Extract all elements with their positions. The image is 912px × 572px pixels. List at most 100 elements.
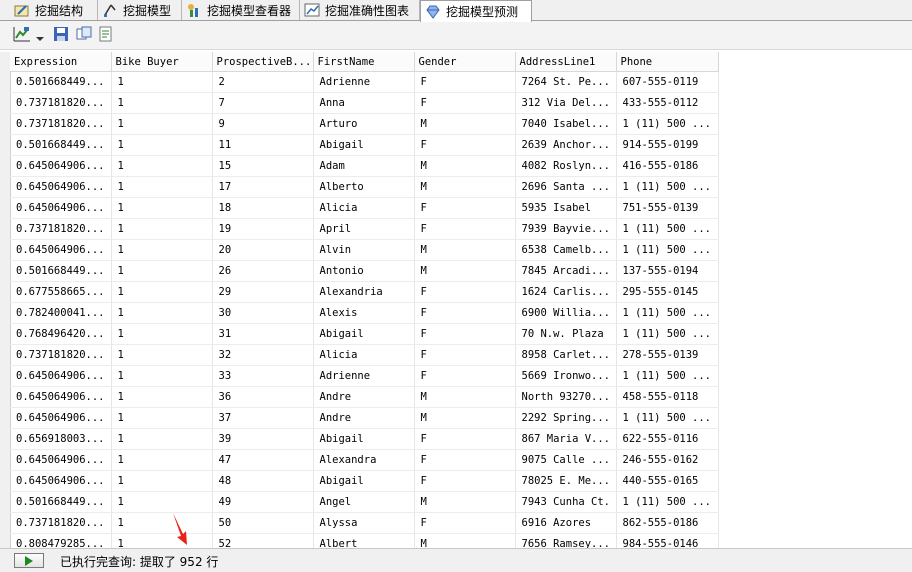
result-button[interactable] [97,26,115,45]
cell-first-name[interactable]: Adrienne [313,71,415,93]
cell-address-line1[interactable]: 7656 Ramsey... [515,533,617,548]
cell-gender[interactable]: M [414,407,516,429]
cell-bike-buyer[interactable]: 1 [111,407,213,429]
cell-gender[interactable]: F [414,365,516,387]
table-row[interactable]: 0.737181820... 1 9 Arturo M 7040 Isabel... 1 (… [10,113,719,135]
column-header-first-name[interactable]: FirstName [313,52,415,72]
copy-button[interactable] [75,26,93,45]
cell-address-line1[interactable]: 2696 Santa ... [515,176,617,198]
cell-bike-buyer[interactable]: 1 [111,71,213,93]
cell-address-line1[interactable]: 6900 Willia... [515,302,617,324]
cell-first-name[interactable]: Arturo [313,113,415,135]
table-row[interactable]: 0.645064906... 1 20 Alvin M 6538 Camelb... 1 (… [10,239,719,261]
cell-gender[interactable]: M [414,155,516,177]
cell-expression[interactable]: 0.501668449... [10,71,112,93]
table-row[interactable]: 0.501668449... 1 49 Angel M 7943 Cunha Ct. 1 (… [10,491,719,513]
cell-gender[interactable]: F [414,449,516,471]
tab-mining-structure[interactable]: 挖掘结构 [10,0,98,20]
cell-gender[interactable]: F [414,92,516,114]
cell-gender[interactable]: F [414,281,516,303]
cell-phone[interactable]: 1 (11) 500 ... [616,365,719,387]
cell-first-name[interactable]: Abigail [313,470,415,492]
cell-address-line1[interactable]: 7939 Bayvie... [515,218,617,240]
cell-bike-buyer[interactable]: 1 [111,512,213,534]
cell-bike-buyer[interactable]: 1 [111,260,213,282]
cell-address-line1[interactable]: 5935 Isabel [515,197,617,219]
cell-prospective-buyer[interactable]: 7 [212,92,314,114]
cell-prospective-buyer[interactable]: 18 [212,197,314,219]
cell-gender[interactable]: F [414,302,516,324]
cell-phone[interactable]: 278-555-0139 [616,344,719,366]
cell-gender[interactable]: M [414,533,516,548]
column-header-phone[interactable]: Phone [616,52,719,72]
tab-mining-models[interactable]: 挖掘模型 [98,0,182,20]
cell-expression[interactable]: 0.645064906... [10,470,112,492]
cell-bike-buyer[interactable]: 1 [111,449,213,471]
cell-phone[interactable]: 914-555-0199 [616,134,719,156]
cell-phone[interactable]: 1 (11) 500 ... [616,323,719,345]
table-row[interactable]: 0.645064906... 1 47 Alexandra F 9075 Calle ..… [10,449,719,471]
cell-address-line1[interactable]: 4082 Roslyn... [515,155,617,177]
table-row[interactable]: 0.737181820... 1 32 Alicia F 8958 Carlet... 27… [10,344,719,366]
cell-address-line1[interactable]: 78025 E. Me... [515,470,617,492]
table-row[interactable]: 0.501668449... 1 26 Antonio M 7845 Arcadi... 1… [10,260,719,282]
table-row[interactable]: 0.677558665... 1 29 Alexandria F 1624 Carlis.… [10,281,719,303]
cell-phone[interactable]: 1 (11) 500 ... [616,302,719,324]
cell-prospective-buyer[interactable]: 2 [212,71,314,93]
cell-first-name[interactable]: Andre [313,386,415,408]
cell-phone[interactable]: 622-555-0116 [616,428,719,450]
cell-address-line1[interactable]: 70 N.w. Plaza [515,323,617,345]
cell-expression[interactable]: 0.737181820... [10,512,112,534]
table-row[interactable]: 0.808479285... 1 52 Albert M 7656 Ramsey... 98… [10,533,719,548]
cell-prospective-buyer[interactable]: 37 [212,407,314,429]
cell-first-name[interactable]: April [313,218,415,240]
cell-address-line1[interactable]: 7845 Arcadi... [515,260,617,282]
cell-phone[interactable]: 751-555-0139 [616,197,719,219]
run-query-button[interactable] [14,553,44,568]
cell-bike-buyer[interactable]: 1 [111,386,213,408]
cell-address-line1[interactable]: 7040 Isabel... [515,113,617,135]
column-header-prospective-buyer[interactable]: ProspectiveB... [212,52,314,72]
cell-first-name[interactable]: Abigail [313,323,415,345]
cell-prospective-buyer[interactable]: 19 [212,218,314,240]
cell-prospective-buyer[interactable]: 52 [212,533,314,548]
cell-bike-buyer[interactable]: 1 [111,344,213,366]
cell-address-line1[interactable]: 5669 Ironwo... [515,365,617,387]
cell-first-name[interactable]: Antonio [313,260,415,282]
cell-prospective-buyer[interactable]: 29 [212,281,314,303]
cell-expression[interactable]: 0.737181820... [10,344,112,366]
cell-bike-buyer[interactable]: 1 [111,470,213,492]
table-row[interactable]: 0.737181820... 1 19 April F 7939 Bayvie... 1 (… [10,218,719,240]
cell-first-name[interactable]: Alexandra [313,449,415,471]
cell-gender[interactable]: M [414,386,516,408]
cell-expression[interactable]: 0.737181820... [10,92,112,114]
cell-phone[interactable]: 862-555-0186 [616,512,719,534]
cell-first-name[interactable]: Alexis [313,302,415,324]
prediction-results-grid[interactable]: Expression Bike Buyer ProspectiveB... Fi… [0,52,912,548]
cell-gender[interactable]: M [414,113,516,135]
cell-expression[interactable]: 0.656918003... [10,428,112,450]
cell-prospective-buyer[interactable]: 20 [212,239,314,261]
cell-phone[interactable]: 984-555-0146 [616,533,719,548]
cell-phone[interactable]: 1 (11) 500 ... [616,407,719,429]
cell-expression[interactable]: 0.645064906... [10,365,112,387]
tab-accuracy-chart[interactable]: 挖掘准确性图表 [300,0,420,20]
table-row[interactable]: 0.737181820... 1 50 Alyssa F 6916 Azores 862-5… [10,512,719,534]
cell-address-line1[interactable]: 312 Via Del... [515,92,617,114]
cell-bike-buyer[interactable]: 1 [111,113,213,135]
cell-expression[interactable]: 0.645064906... [10,239,112,261]
cell-prospective-buyer[interactable]: 50 [212,512,314,534]
cell-expression[interactable]: 0.737181820... [10,113,112,135]
cell-first-name[interactable]: Andre [313,407,415,429]
cell-phone[interactable]: 246-555-0162 [616,449,719,471]
cell-first-name[interactable]: Anna [313,92,415,114]
cell-first-name[interactable]: Albert [313,533,415,548]
column-header-address-line1[interactable]: AddressLine1 [515,52,617,72]
cell-first-name[interactable]: Adrienne [313,365,415,387]
tab-mining-model-viewer[interactable]: 挖掘模型查看器 [182,0,300,20]
cell-expression[interactable]: 0.501668449... [10,491,112,513]
cell-gender[interactable]: F [414,512,516,534]
cell-expression[interactable]: 0.501668449... [10,134,112,156]
cell-prospective-buyer[interactable]: 48 [212,470,314,492]
cell-expression[interactable]: 0.645064906... [10,449,112,471]
